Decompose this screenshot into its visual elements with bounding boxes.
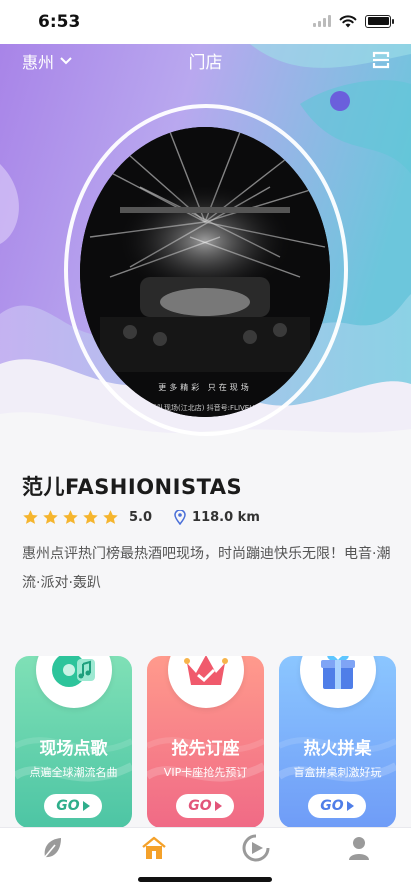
page-title: 门店 [188,53,223,73]
crown-icon [184,656,228,685]
seat-booking-card[interactable]: 抢先订座 VIP卡座抢先预订 GO [147,656,264,828]
star-rating [22,509,119,526]
tab-bar [0,827,411,893]
venue-photo[interactable]: 更多精彩 只在现场 范儿乐队现场(江北店) 抖音号:FLIVEHOUSE [80,127,330,417]
top-bar: 惠州 门店 [0,44,411,78]
rating-row: 5.0 118.0 km [22,507,260,527]
song-request-card[interactable]: 现场点歌 点遍全球潮流名曲 GO [15,656,132,828]
seat-booking-title: 抢先订座 [171,739,240,759]
table-share-card[interactable]: 热火拼桌 盲盒拼桌刺激好玩 GO [279,656,396,828]
leaf-icon[interactable] [37,833,67,863]
scan-icon[interactable] [371,50,391,70]
seat-booking-subtitle: VIP卡座抢先预订 [163,766,248,779]
photo-caption: 更多精彩 只在现场 [158,383,252,392]
star-icon [63,509,78,524]
venue-name: 范儿FASHIONISTAS [22,475,243,499]
go-label: GO [320,798,344,814]
play-arrow-icon [82,801,90,811]
play-circle-icon[interactable] [241,833,271,863]
star-icon [43,509,58,524]
photo-caption-sub: 范儿乐队现场(江北店) 抖音号:FLIVEHOUSE [135,404,274,412]
star-icon [103,509,118,524]
battery-icon [365,14,394,28]
star-icon [23,509,38,524]
status-bar: 6:53 [0,0,411,44]
profile-icon[interactable] [344,833,374,863]
table-share-title: 热火拼桌 [303,739,372,759]
go-button[interactable]: GO [308,794,366,818]
status-time: 6:53 [38,12,81,32]
home-indicator [138,877,272,882]
wifi-icon [339,15,357,28]
gift-box-icon [321,656,355,689]
rating-value: 5.0 [129,509,153,525]
table-share-subtitle: 盲盒拼桌刺激好玩 [293,766,382,779]
play-arrow-icon [214,801,222,811]
go-label: GO [56,798,80,814]
song-request-subtitle: 点遍全球潮流名曲 [29,766,118,779]
go-button[interactable]: GO [44,794,102,818]
location-pin-icon [174,509,186,525]
go-button[interactable]: GO [176,794,234,818]
star-icon [83,509,98,524]
vinyl-music-icon [52,656,95,687]
play-arrow-icon [346,801,354,811]
status-icons [313,14,394,28]
distance: 118.0 km [192,509,260,525]
song-request-title: 现场点歌 [39,739,108,759]
venue-description: 惠州点评热门榜最热酒吧现场，时尚蹦迪快乐无限！电音·潮流·派对·轰趴 [22,546,391,591]
go-label: GO [188,798,212,814]
cellular-signal-icon [313,15,331,27]
home-icon[interactable] [139,833,169,863]
